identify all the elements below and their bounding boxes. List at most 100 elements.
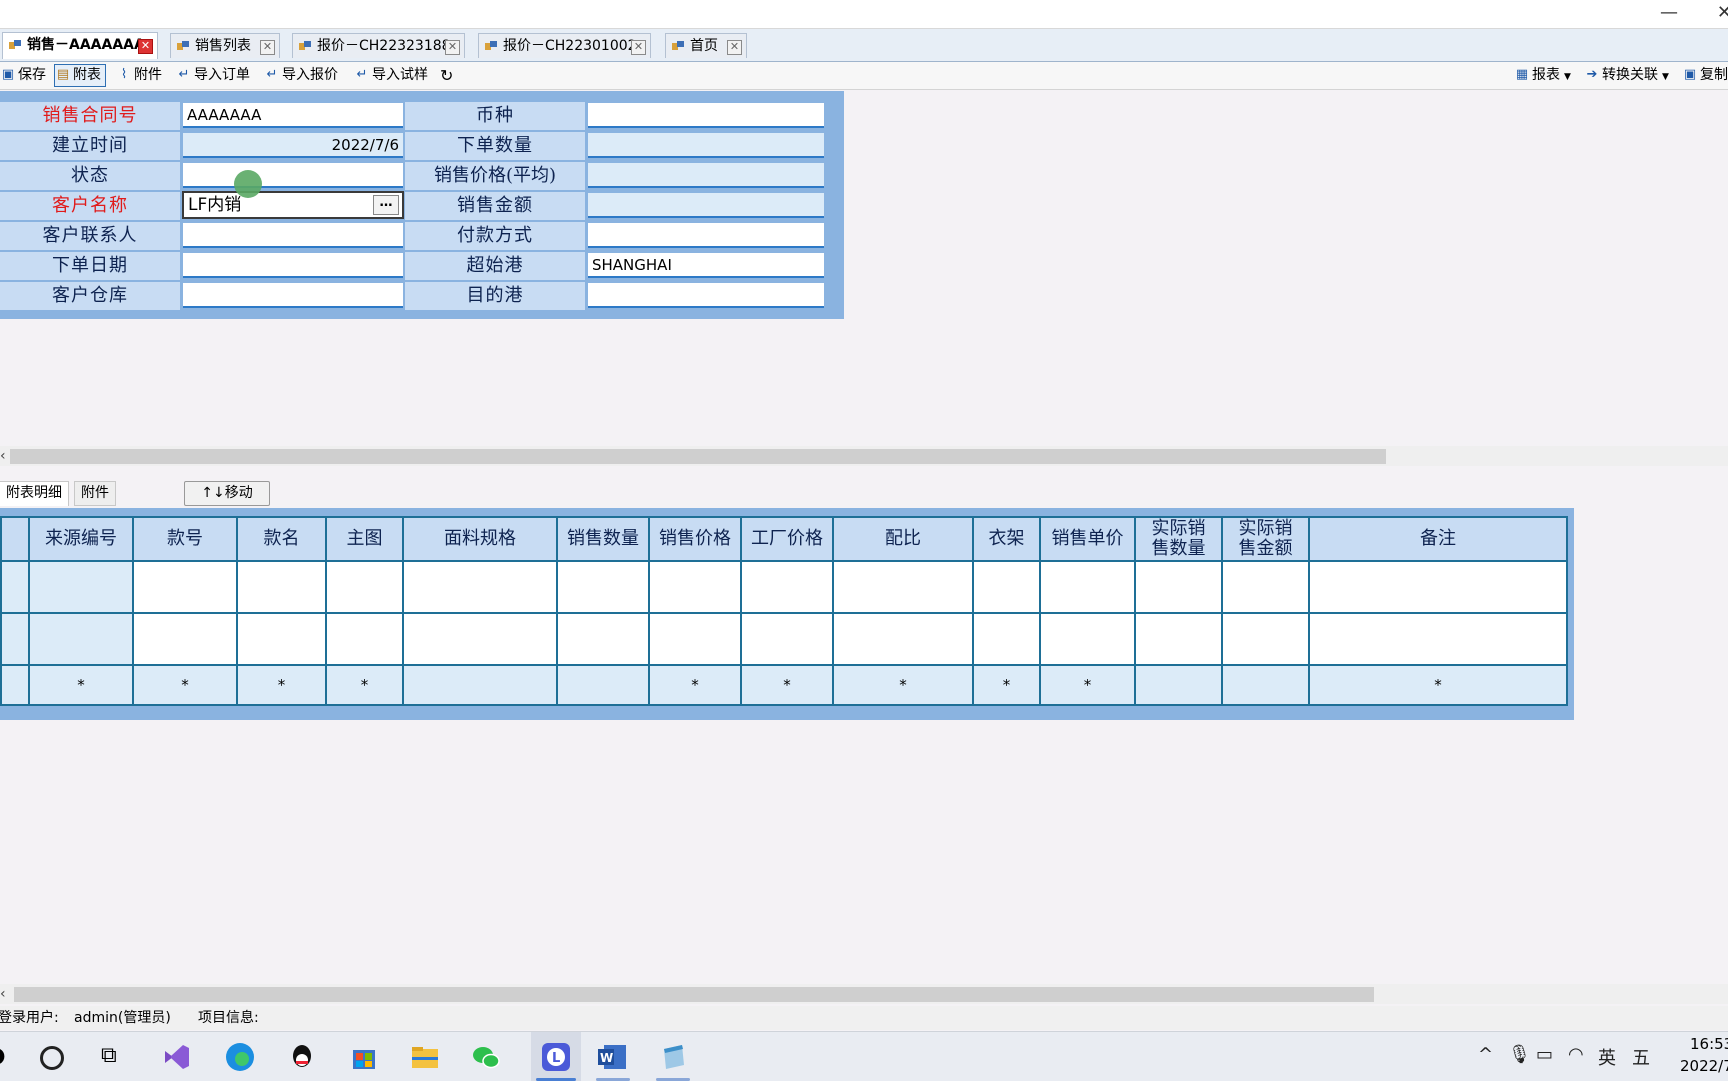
col-main-image[interactable]: 主图 <box>325 516 404 562</box>
grid-cell[interactable] <box>402 612 558 666</box>
grid-cell[interactable] <box>28 612 134 666</box>
col-style-name[interactable]: 款名 <box>236 516 327 562</box>
grid-cell[interactable] <box>648 612 742 666</box>
qq-icon[interactable] <box>286 1041 318 1073</box>
grid-cell[interactable] <box>1134 664 1223 706</box>
ime-mode-indicator[interactable]: 五 <box>1632 1044 1650 1070</box>
scroll-left-icon[interactable]: ‹ <box>0 984 10 1004</box>
order-date-field[interactable] <box>183 253 403 278</box>
clock-time[interactable]: 16:53 <box>1690 1035 1728 1053</box>
visual-studio-icon[interactable] <box>161 1041 193 1073</box>
grid-cell[interactable] <box>556 560 650 614</box>
created-time-field[interactable]: 2022/7/6 <box>183 133 403 158</box>
grid-cell[interactable] <box>972 612 1041 666</box>
avg-price-field[interactable] <box>588 163 824 188</box>
grid-cell[interactable] <box>1221 560 1310 614</box>
tab-attachments[interactable]: 附件 <box>74 481 116 506</box>
origin-port-field[interactable]: SHANGHAI <box>588 253 824 278</box>
grid-cell[interactable] <box>1308 560 1568 614</box>
browse-customer-button[interactable]: … <box>373 195 399 215</box>
microphone-icon[interactable]: 🎙 <box>1508 1044 1531 1065</box>
scrollbar-thumb[interactable] <box>10 449 1386 464</box>
wifi-icon[interactable]: ◠ <box>1568 1044 1584 1065</box>
row-header[interactable] <box>0 560 30 614</box>
grid-cell[interactable] <box>402 664 558 706</box>
grid-cell[interactable] <box>1039 560 1136 614</box>
grid-cell[interactable] <box>1039 612 1136 666</box>
tab-sales-contract[interactable]: 销售－AAAAAAA ✕ <box>2 32 158 59</box>
grid-cell[interactable] <box>740 612 834 666</box>
edge-browser-icon[interactable] <box>224 1041 256 1073</box>
tab-quote-2[interactable]: 报价－CH22301002 ✕ <box>478 33 651 58</box>
payment-method-field[interactable] <box>588 223 824 248</box>
currency-field[interactable] <box>588 103 824 128</box>
contract-no-field[interactable]: AAAAAAA <box>183 103 403 128</box>
search-icon[interactable] <box>40 1046 64 1070</box>
tab-sales-list[interactable]: 销售列表 ✕ <box>170 33 280 58</box>
close-tab-icon[interactable]: ✕ <box>260 40 275 55</box>
grid-cell[interactable]: * <box>648 664 742 706</box>
grid-cell[interactable] <box>402 560 558 614</box>
import-sample-button[interactable]: ↵ 导入试样 <box>354 65 428 86</box>
customer-warehouse-field[interactable] <box>183 283 403 308</box>
battery-icon[interactable]: ▭ <box>1536 1044 1553 1065</box>
close-window-button[interactable]: ✕ <box>1717 2 1728 23</box>
scrollbar-thumb[interactable] <box>14 987 1374 1002</box>
form-horizontal-scrollbar[interactable]: ‹ <box>0 446 1728 466</box>
grid-cell[interactable]: * <box>236 664 327 706</box>
grid-cell[interactable] <box>832 560 974 614</box>
minimize-button[interactable]: — <box>1660 2 1678 23</box>
col-sales-price[interactable]: 销售价格 <box>648 516 742 562</box>
col-remarks[interactable]: 备注 <box>1308 516 1568 562</box>
grid-cell[interactable] <box>325 560 404 614</box>
table-row[interactable] <box>0 560 1568 614</box>
close-tab-icon[interactable]: ✕ <box>138 39 153 54</box>
grid-cell[interactable]: * <box>972 664 1041 706</box>
tab-quote-1[interactable]: 报价－CH22323188 ✕ <box>292 33 465 58</box>
grid-cell[interactable] <box>132 560 238 614</box>
file-explorer-icon[interactable] <box>409 1041 441 1073</box>
move-rows-button[interactable]: ↑↓移动 <box>184 481 270 506</box>
scroll-left-icon[interactable]: ‹ <box>0 446 10 466</box>
close-tab-icon[interactable]: ✕ <box>727 40 742 55</box>
col-ratio[interactable]: 配比 <box>832 516 974 562</box>
grid-cell[interactable]: * <box>740 664 834 706</box>
grid-cell[interactable] <box>1134 612 1223 666</box>
grid-cell[interactable] <box>972 560 1041 614</box>
chevron-up-icon[interactable]: ^ <box>1478 1044 1493 1065</box>
grid-cell[interactable] <box>28 560 134 614</box>
new-row[interactable]: * * * * * * * * * * <box>0 664 1568 706</box>
grid-cell[interactable] <box>740 560 834 614</box>
convert-link-dropdown[interactable]: ➔ 转换关联 ▼ <box>1584 65 1669 86</box>
table-row[interactable] <box>0 612 1568 666</box>
tab-detail[interactable]: 附表明细 <box>0 481 69 506</box>
task-view-icon[interactable]: ⧉ <box>101 1043 117 1068</box>
col-source-no[interactable]: 来源编号 <box>28 516 134 562</box>
col-actual-amount[interactable]: 实际销 售金额 <box>1221 516 1310 562</box>
grid-cell[interactable] <box>832 612 974 666</box>
col-actual-qty[interactable]: 实际销 售数量 <box>1134 516 1223 562</box>
grid-cell[interactable] <box>1221 612 1310 666</box>
clock-date[interactable]: 2022/7 <box>1680 1057 1728 1075</box>
grid-cell[interactable]: * <box>28 664 134 706</box>
wechat-icon[interactable] <box>470 1041 502 1073</box>
grid-cell[interactable] <box>132 612 238 666</box>
refresh-button[interactable]: ↻ <box>440 65 453 86</box>
grid-cell[interactable] <box>325 612 404 666</box>
grid-cell[interactable] <box>1221 664 1310 706</box>
grid-cell[interactable]: * <box>132 664 238 706</box>
tab-home[interactable]: 首页 ✕ <box>665 33 747 58</box>
grid-cell[interactable] <box>236 612 327 666</box>
ime-language-indicator[interactable]: 英 <box>1598 1044 1616 1070</box>
erp-app-icon[interactable]: L <box>540 1041 572 1073</box>
copy-button[interactable]: ▣ 复制 <box>1682 65 1728 86</box>
grid-cell[interactable] <box>236 560 327 614</box>
sales-amount-field[interactable] <box>588 193 824 218</box>
save-button[interactable]: ▣ 保存 <box>0 65 46 86</box>
subtable-button[interactable]: ▤ 附表 <box>54 64 106 87</box>
col-style-no[interactable]: 款号 <box>132 516 238 562</box>
grid-cell[interactable]: * <box>1039 664 1136 706</box>
col-sales-qty[interactable]: 销售数量 <box>556 516 650 562</box>
grid-cell[interactable] <box>1308 612 1568 666</box>
grid-cell[interactable]: * <box>832 664 974 706</box>
